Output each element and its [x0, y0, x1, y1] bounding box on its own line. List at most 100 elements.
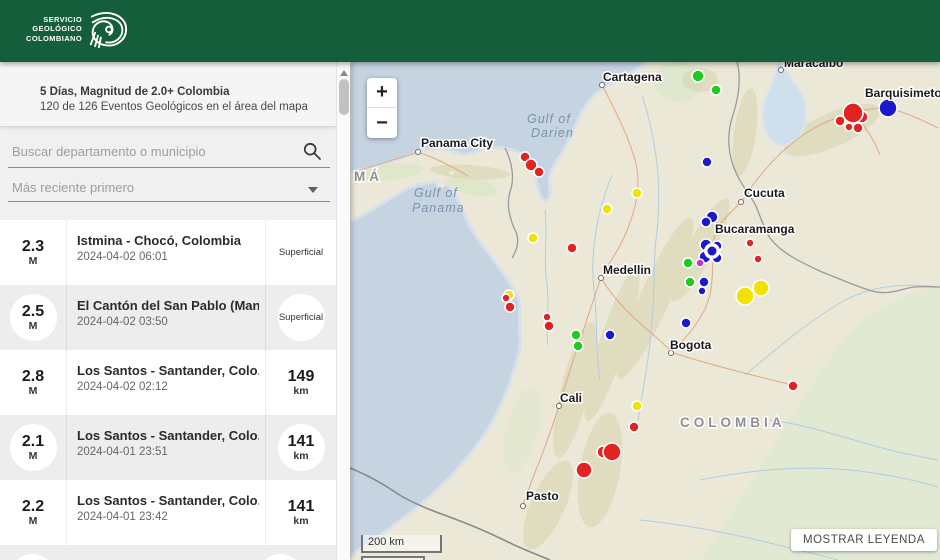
city-dot [415, 149, 421, 155]
quake-marker[interactable] [878, 98, 898, 118]
quake-marker[interactable] [695, 258, 705, 268]
magnitude-badge: 2.2 M [10, 489, 57, 536]
quake-marker[interactable] [745, 238, 755, 248]
event-datetime: 2024-04-02 06:01 [77, 251, 168, 263]
magnitude-value: 2.5 [21, 303, 45, 320]
quake-marker[interactable] [700, 216, 712, 228]
quake-marker[interactable] [680, 317, 692, 329]
quake-marker[interactable] [602, 442, 622, 462]
quake-marker[interactable] [527, 232, 539, 244]
event-datetime: 2024-04-01 23:51 [77, 446, 168, 458]
depth-value: 149 [287, 368, 315, 385]
magnitude-unit: M [28, 255, 38, 267]
scrollbar-thumb[interactable] [339, 79, 349, 115]
depth-unit: km [293, 450, 309, 462]
quake-marker[interactable] [852, 122, 864, 134]
quake-marker[interactable] [566, 242, 578, 254]
event-list-item-partial[interactable] [0, 545, 336, 560]
magnitude-value: 2.2 [21, 498, 45, 515]
search-row [8, 136, 330, 168]
quake-marker[interactable] [753, 254, 763, 264]
summary-title: 5 Días, Magnitud de 2.0+ Colombia [40, 86, 230, 98]
water-label: Panama [412, 201, 465, 215]
quake-marker[interactable] [752, 279, 770, 297]
city-label: Cali [560, 391, 582, 405]
quake-marker[interactable] [844, 122, 854, 132]
quake-marker[interactable] [628, 421, 640, 433]
event-title: Los Santos - Santander, Colo... [77, 428, 259, 443]
magnitude-badge [9, 554, 56, 560]
quake-marker[interactable] [684, 276, 696, 288]
magnitude-badge: 2.1 M [9, 424, 57, 471]
quake-marker[interactable] [601, 203, 613, 215]
depth-badge: 149 km [278, 359, 325, 406]
city-label: Cucuta [744, 186, 785, 200]
selected-earthquake-marker[interactable] [704, 243, 720, 259]
event-list-item[interactable]: 2.8 M Los Santos - Santander, Colo... 20… [0, 350, 336, 415]
depth-value: Superficial [278, 247, 324, 258]
depth-unit: km [293, 515, 309, 527]
app-header: SERVICIO GEOLÓGICO COLOMBIANO [0, 0, 940, 62]
search-input[interactable] [8, 136, 293, 166]
city-label: Medellin [603, 263, 651, 277]
quake-marker[interactable] [701, 156, 713, 168]
selected-marker-center[interactable] [707, 246, 717, 256]
event-title: El Cantón del San Pablo (Man... [77, 298, 259, 313]
magnitude-badge: 2.5 M [9, 294, 57, 341]
events-summary: 5 Días, Magnitud de 2.0+ Colombia 120 de… [0, 62, 336, 126]
event-list-item[interactable]: 2.1 M Los Santos - Santander, Colo... 20… [0, 415, 336, 480]
quake-marker[interactable] [691, 69, 705, 83]
map-canvas[interactable]: Gulf ofDarienGulf ofPanamaCOLOMBIAMÁ Car… [350, 62, 940, 560]
depth-badge [257, 554, 304, 560]
sidebar-scrollbar[interactable] [336, 62, 350, 560]
quake-marker[interactable] [698, 276, 710, 288]
depth-badge: 141 km [277, 424, 325, 471]
search-icon[interactable] [302, 141, 322, 161]
quake-marker[interactable] [570, 329, 582, 341]
map-scale-km: 200 km [361, 535, 442, 553]
quake-marker[interactable] [842, 102, 864, 124]
zoom-out-button[interactable]: − [367, 108, 397, 138]
quake-marker[interactable] [697, 286, 707, 296]
event-list-item[interactable]: 2.5 M El Cantón del San Pablo (Man... 20… [0, 285, 336, 350]
depth-unit: km [293, 385, 309, 397]
show-legend-button[interactable]: MOSTRAR LEYENDA [791, 529, 937, 551]
map-area[interactable]: Gulf of Darien Gulf of Panama COLOMBIA MÁ Car… [350, 62, 940, 560]
zoom-in-button[interactable]: + [367, 78, 397, 108]
quake-marker[interactable] [735, 286, 755, 306]
scroll-up-icon[interactable] [340, 70, 348, 76]
quake-marker[interactable] [631, 187, 643, 199]
quake-marker[interactable] [787, 380, 799, 392]
city-label: Cartagena [603, 70, 662, 84]
sgc-logo-text: SERVICIO GEOLÓGICO COLOMBIANO [26, 14, 83, 43]
quake-marker[interactable] [533, 166, 545, 178]
quake-marker[interactable] [710, 84, 722, 96]
depth-badge: Superficial [277, 294, 325, 341]
quake-marker[interactable] [572, 340, 584, 352]
event-list: 2.3 M Istmina - Chocó, Colombia 2024-04-… [0, 220, 336, 560]
quake-marker[interactable] [604, 329, 616, 341]
city-dot [738, 199, 744, 205]
region-label: MÁ [354, 169, 383, 184]
city-label: Bucaramanga [715, 222, 795, 236]
quake-marker[interactable] [834, 115, 846, 127]
quake-marker[interactable] [501, 293, 511, 303]
sort-dropdown[interactable]: Más reciente primero [8, 174, 330, 202]
sgc-logo[interactable]: SERVICIO GEOLÓGICO COLOMBIANO [26, 8, 129, 50]
city-label: Barquisimeto [865, 86, 940, 100]
city-label: Pasto [526, 489, 559, 503]
event-list-item[interactable]: 2.3 M Istmina - Chocó, Colombia 2024-04-… [0, 220, 336, 285]
quake-marker[interactable] [682, 257, 694, 269]
event-list-item[interactable]: 2.2 M Los Santos - Santander, Colo... 20… [0, 480, 336, 545]
depth-badge: 141 km [278, 489, 325, 536]
event-title: Los Santos - Santander, Colo... [77, 493, 259, 508]
quake-marker[interactable] [542, 312, 552, 322]
city-dot [778, 67, 784, 73]
sort-selected-value: Más reciente primero [12, 180, 135, 195]
quake-marker[interactable] [631, 400, 643, 412]
quake-marker[interactable] [543, 320, 555, 332]
spiral-shell-icon [89, 12, 128, 49]
quake-marker[interactable] [504, 301, 516, 313]
quake-marker[interactable] [575, 461, 593, 479]
water-label: Gulf of [527, 112, 571, 126]
